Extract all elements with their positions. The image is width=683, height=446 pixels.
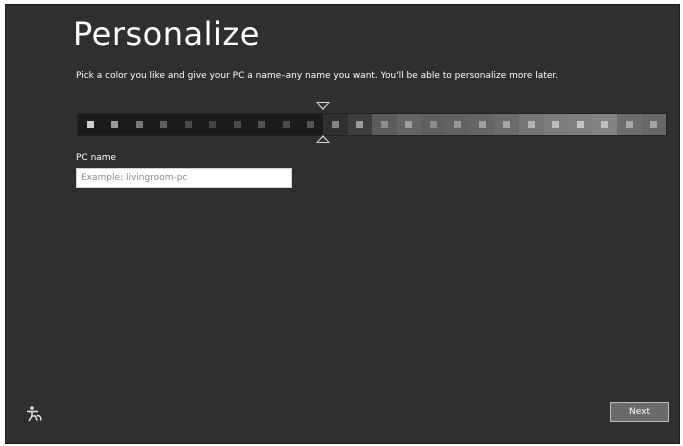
color-swatch[interactable]: [519, 114, 544, 135]
color-selector-bottom-arrow-icon: [316, 135, 330, 143]
color-swatch[interactable]: [151, 114, 176, 135]
color-swatch-dot: [258, 121, 266, 128]
color-swatch[interactable]: [347, 114, 372, 135]
color-swatch-dot: [160, 121, 168, 128]
color-picker[interactable]: [77, 113, 667, 136]
color-swatch[interactable]: [225, 114, 250, 135]
color-swatch[interactable]: [102, 114, 127, 135]
color-swatch[interactable]: [200, 114, 225, 135]
color-swatch-dot: [429, 121, 437, 128]
color-swatch[interactable]: [641, 114, 666, 135]
color-swatch-dot: [380, 121, 388, 128]
color-swatch-dot: [552, 121, 560, 128]
next-button[interactable]: Next: [610, 402, 669, 422]
color-swatch[interactable]: [396, 114, 421, 135]
color-swatch-dot: [233, 121, 241, 128]
color-swatch[interactable]: [421, 114, 446, 135]
pc-name-input[interactable]: [76, 168, 292, 188]
color-swatch[interactable]: [445, 114, 470, 135]
color-swatch[interactable]: [470, 114, 495, 135]
color-swatch-dot: [478, 121, 486, 128]
page-subtitle: Pick a color you like and give your PC a…: [76, 71, 559, 81]
color-swatch-dot: [184, 121, 192, 128]
color-swatch-dot: [282, 121, 290, 128]
page-title: Personalize: [73, 15, 260, 53]
color-swatch[interactable]: [298, 114, 323, 135]
color-swatch-dot: [601, 121, 609, 128]
color-swatch[interactable]: [372, 114, 397, 135]
color-swatch[interactable]: [176, 114, 201, 135]
color-swatch-dot: [625, 121, 633, 128]
color-swatch-dot: [331, 121, 339, 128]
pc-name-label: PC name: [76, 153, 117, 163]
color-swatch[interactable]: [592, 114, 617, 135]
color-swatch[interactable]: [78, 114, 103, 135]
ease-of-access-icon[interactable]: [24, 405, 44, 423]
color-swatch-dot: [527, 121, 535, 128]
color-swatch-dot: [454, 121, 462, 128]
color-swatch-dot: [111, 121, 119, 128]
color-swatch[interactable]: [494, 114, 519, 135]
color-swatch[interactable]: [323, 114, 348, 135]
color-swatch-dot: [135, 121, 143, 128]
color-swatch[interactable]: [617, 114, 642, 135]
color-swatch[interactable]: [249, 114, 274, 135]
color-swatch[interactable]: [568, 114, 593, 135]
color-swatch-dot: [209, 121, 217, 128]
color-swatch-dot: [356, 121, 364, 128]
color-swatch-dot: [405, 121, 413, 128]
color-selector-top-arrow-icon: [316, 102, 330, 110]
color-swatch[interactable]: [274, 114, 299, 135]
color-swatch-dot: [307, 121, 315, 128]
color-swatch[interactable]: [543, 114, 568, 135]
setup-screen: Personalize Pick a color you like and gi…: [5, 4, 680, 444]
color-swatch-dot: [576, 121, 584, 128]
color-swatch-dot: [86, 121, 94, 128]
color-swatch-dot: [650, 121, 658, 128]
color-swatch-dot: [503, 121, 511, 128]
color-swatch[interactable]: [127, 114, 152, 135]
